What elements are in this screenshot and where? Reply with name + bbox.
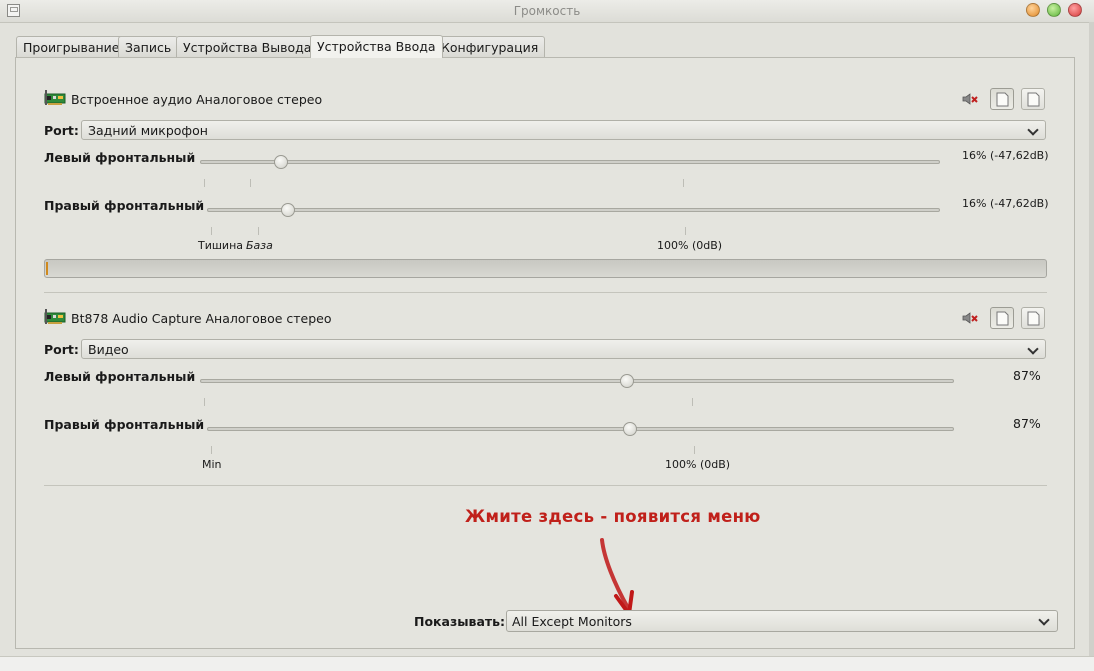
tab-configuration[interactable]: Конфигурация <box>434 36 546 57</box>
annotation-text: Жмите здесь - появится меню <box>465 507 761 526</box>
scale-tick <box>204 179 205 187</box>
divider <box>44 292 1047 293</box>
scale-mark-full: 100% (0dB) <box>665 458 731 471</box>
port-label: Port: <box>44 342 79 357</box>
volume-slider-track[interactable] <box>200 379 954 383</box>
background-window-edge <box>1089 22 1094 670</box>
window-title: Громкость <box>513 4 581 18</box>
scale-mark-full: 100% (0dB) <box>657 239 723 252</box>
scale-mark-base: База <box>246 239 273 252</box>
peak-meter <box>44 259 1047 278</box>
show-filter-label: Показывать: <box>414 614 506 629</box>
speaker-mute-icon[interactable] <box>961 310 979 326</box>
device-name: Bt878 Audio Capture Аналоговое стерео <box>71 311 332 326</box>
close-button[interactable] <box>1068 3 1082 17</box>
minimize-button[interactable] <box>1026 3 1040 17</box>
scale-tick <box>683 179 684 187</box>
scale-tick <box>694 446 695 454</box>
sound-card-icon <box>44 90 66 105</box>
port-label: Port: <box>44 123 79 138</box>
port-select-value: Видео <box>88 342 129 357</box>
input-devices-panel: Встроенное аудио Аналоговое стерео Port:… <box>15 57 1075 649</box>
scale-mark-silence: Тишина <box>198 239 244 252</box>
volume-slider-thumb[interactable] <box>274 155 288 169</box>
tab-recording[interactable]: Запись <box>118 36 179 57</box>
scale-tick <box>692 398 693 406</box>
channel-label: Левый фронтальный <box>44 150 196 165</box>
peak-meter-fill <box>46 262 48 275</box>
sound-card-icon <box>44 309 66 324</box>
chevron-down-icon <box>1027 343 1039 355</box>
channel-label: Правый фронтальный <box>44 198 205 213</box>
scale-mark-min: Min <box>202 458 222 471</box>
set-default-button[interactable] <box>1021 88 1045 110</box>
lock-channels-icon <box>996 92 1009 107</box>
title-bar: Громкость <box>0 0 1094 23</box>
scale-tick <box>685 227 686 235</box>
annotation-arrow-icon <box>600 538 634 616</box>
show-filter-value: All Except Monitors <box>512 614 632 629</box>
volume-slider-thumb[interactable] <box>623 422 637 436</box>
port-select-value: Задний микрофон <box>88 123 208 138</box>
lock-channels-button[interactable] <box>990 307 1014 329</box>
tab-input-devices[interactable]: Устройства Ввода <box>310 35 443 58</box>
tab-playback[interactable]: Проигрывание <box>16 36 127 57</box>
port-select[interactable]: Задний микрофон <box>81 120 1046 140</box>
volume-slider-thumb[interactable] <box>281 203 295 217</box>
device-name: Встроенное аудио Аналоговое стерео <box>71 92 323 107</box>
scale-tick <box>211 227 212 235</box>
set-default-icon <box>1027 92 1040 107</box>
speaker-mute-icon[interactable] <box>961 91 979 107</box>
divider <box>44 485 1047 486</box>
channel-label: Правый фронтальный <box>44 417 205 432</box>
port-select[interactable]: Видео <box>81 339 1046 359</box>
volume-value: 87% <box>1013 416 1041 431</box>
background-window-edge <box>0 656 1094 671</box>
scale-tick <box>204 398 205 406</box>
show-filter-select[interactable]: All Except Monitors <box>506 610 1058 632</box>
lock-channels-button[interactable] <box>990 88 1014 110</box>
scale-tick <box>250 179 251 187</box>
volume-slider-track[interactable] <box>207 427 954 431</box>
tab-output-devices[interactable]: Устройства Вывода <box>176 36 319 57</box>
volume-slider-track[interactable] <box>207 208 940 212</box>
set-default-icon <box>1027 311 1040 326</box>
maximize-button[interactable] <box>1047 3 1061 17</box>
volume-slider-thumb[interactable] <box>620 374 634 388</box>
volume-value: 16% (-47,62dB) <box>962 197 1049 210</box>
scale-tick <box>211 446 212 454</box>
volume-value: 87% <box>1013 368 1041 383</box>
scale-tick <box>258 227 259 235</box>
volume-slider-track[interactable] <box>200 160 940 164</box>
channel-label: Левый фронтальный <box>44 369 196 384</box>
volume-value: 16% (-47,62dB) <box>962 149 1049 162</box>
chevron-down-icon <box>1038 614 1050 626</box>
set-default-button[interactable] <box>1021 307 1045 329</box>
chevron-down-icon <box>1027 124 1039 136</box>
lock-channels-icon <box>996 311 1009 326</box>
